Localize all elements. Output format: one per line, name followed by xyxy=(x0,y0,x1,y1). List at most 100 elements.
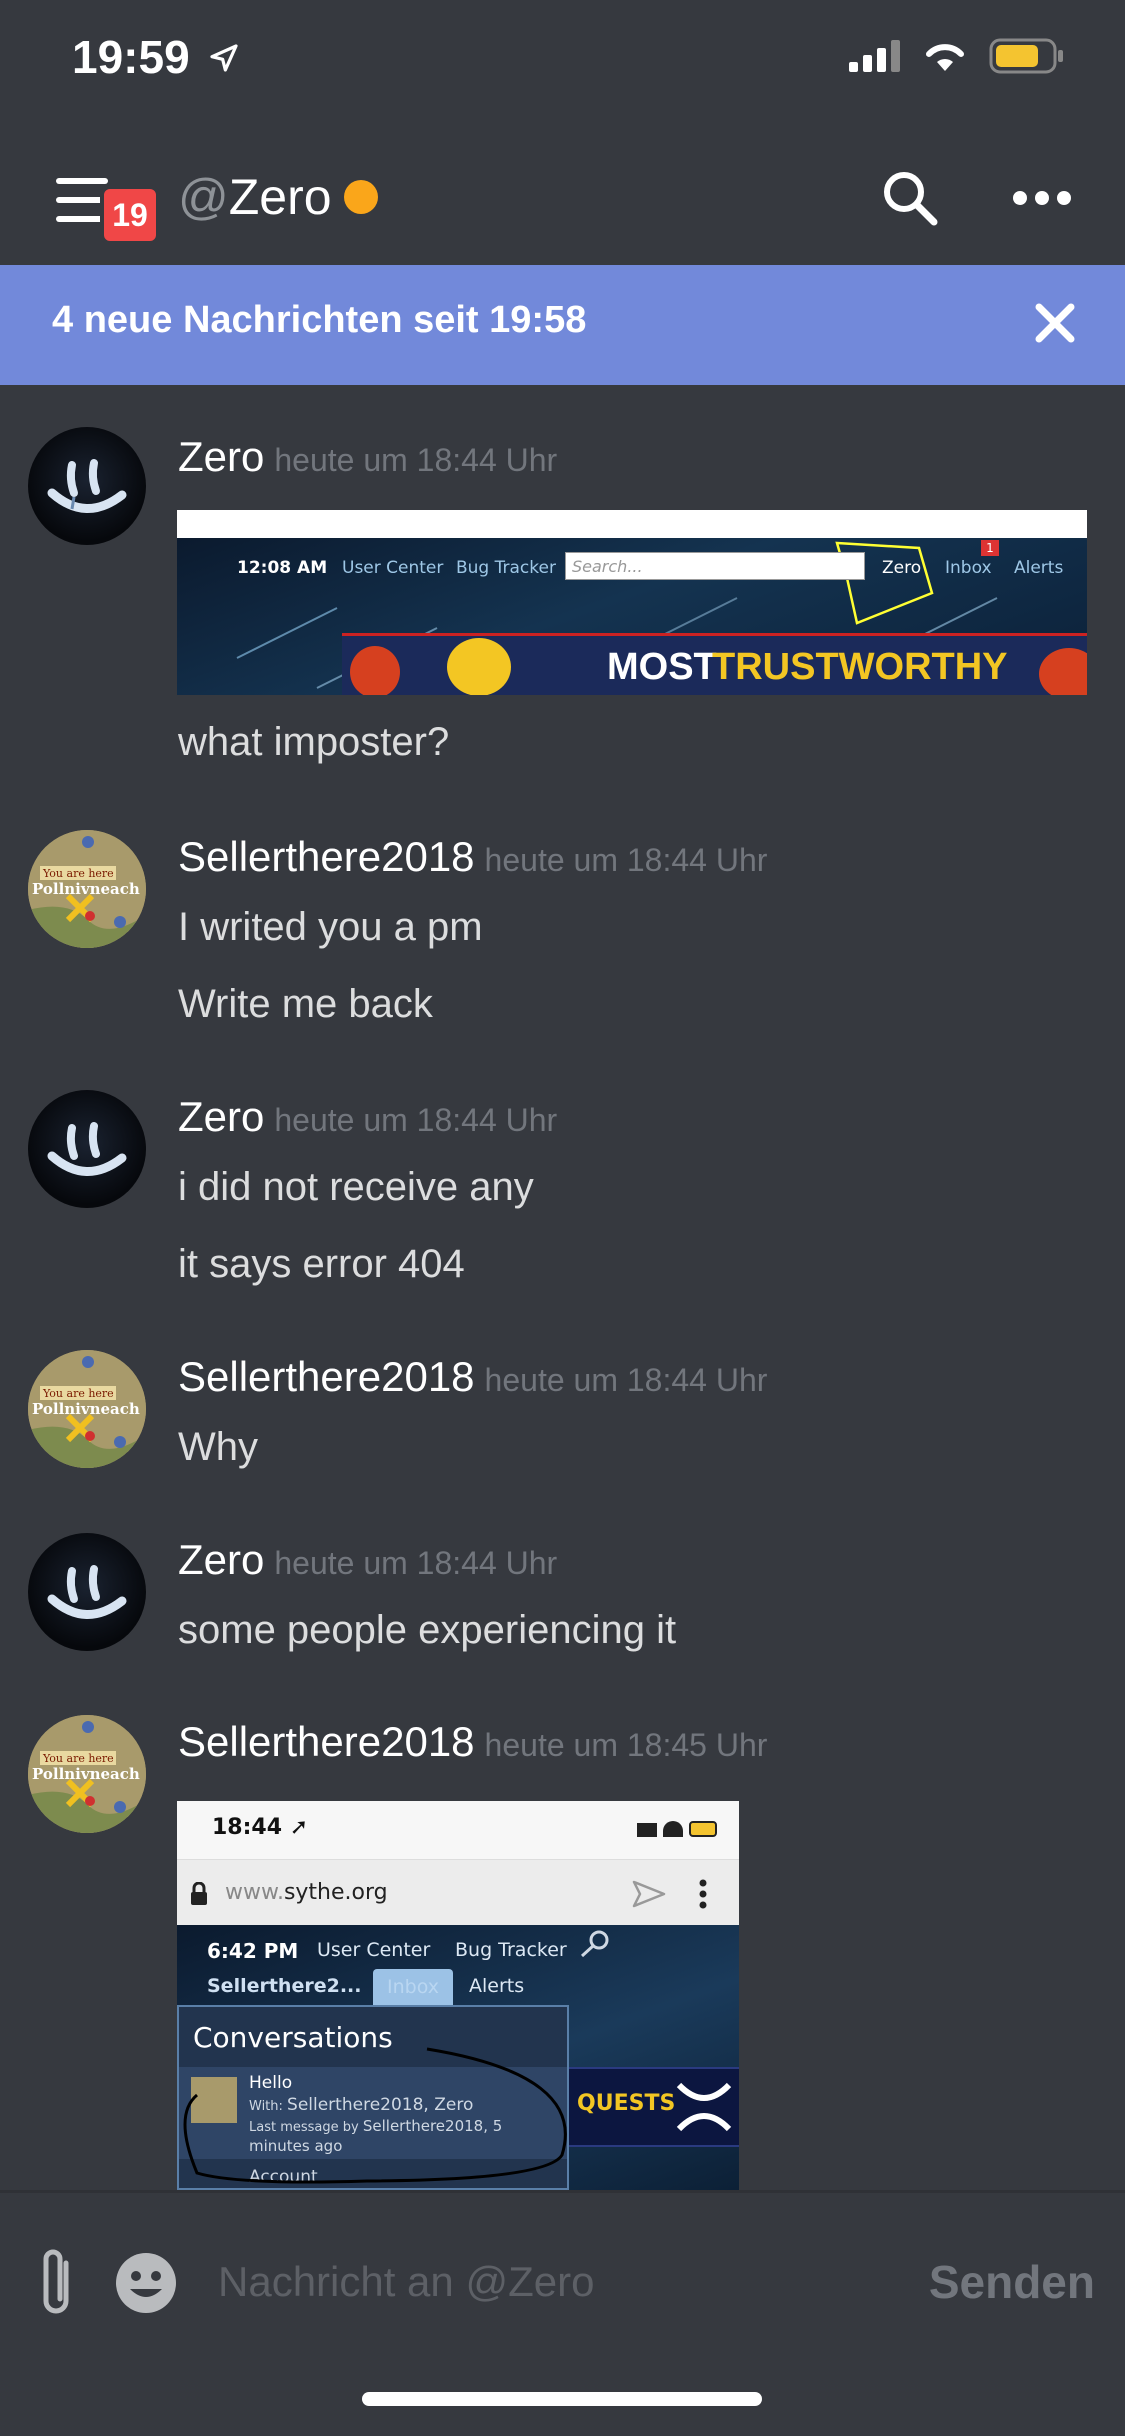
message-author[interactable]: Zero heute um 18:44 Uhr xyxy=(178,1093,557,1141)
avatar[interactable] xyxy=(28,1090,146,1208)
embed-banner-word2: TRUSTWORTHY xyxy=(712,646,1008,688)
message-author[interactable]: Sellerthere2018 heute um 18:44 Uhr xyxy=(178,1353,767,1401)
at-sign: @ xyxy=(178,169,229,225)
message-text[interactable]: Why xyxy=(178,1425,258,1470)
embed-link-bug-tracker: Bug Tracker xyxy=(456,558,556,578)
search-icon[interactable] xyxy=(880,168,940,228)
send-button[interactable]: Senden xyxy=(929,2255,1095,2309)
location-arrow-icon xyxy=(210,44,239,72)
message-input[interactable]: Nachricht an @Zero xyxy=(218,2258,594,2306)
embed-inbox-count: 1 xyxy=(981,540,999,556)
avatar-map-label: You are here xyxy=(42,867,114,880)
close-icon[interactable] xyxy=(1023,291,1087,355)
clock: 19:59 xyxy=(72,31,190,83)
embed-link-user-center: User Center xyxy=(317,1939,431,1961)
website-header-image: 12:08 AM User Center Bug Tracker Search.… xyxy=(177,538,1087,695)
embed-ad-logo xyxy=(676,2082,732,2132)
embed-url-domain: sythe.org xyxy=(283,1880,388,1905)
lock-icon xyxy=(191,1882,207,1905)
embed-link-bug-tracker: Bug Tracker xyxy=(455,1939,567,1961)
more-options-icon[interactable] xyxy=(1010,180,1074,216)
share-icon xyxy=(632,1880,666,1908)
author-name[interactable]: Zero xyxy=(178,1536,264,1583)
map-avatar-image: You are here Pollnivneach xyxy=(28,1350,146,1468)
embed-banner-word1: MOST xyxy=(607,646,717,688)
embed-inbox-tab: Inbox xyxy=(373,1969,453,2005)
idle-status-dot xyxy=(343,179,378,214)
embed-duck-mascot xyxy=(447,638,511,695)
message-timestamp: heute um 18:44 Uhr xyxy=(274,442,558,478)
emoji-icon[interactable] xyxy=(114,2251,178,2315)
embed-user: Sellerthere2... xyxy=(207,1975,362,1997)
embed-phone-time-value: 18:44 xyxy=(212,1815,283,1840)
message-text[interactable]: i did not receive any xyxy=(178,1165,534,1210)
map-avatar-image: You are here Pollnivneach xyxy=(28,1715,146,1833)
embed-url: www.sythe.org xyxy=(225,1880,388,1905)
message-list[interactable]: Zero heute um 18:44 Uhr 12:08 AM User Cen… xyxy=(0,385,1125,2190)
new-messages-banner[interactable]: 4 neue Nachrichten seit 19:58 xyxy=(0,265,1125,385)
channel-title[interactable]: @Zero xyxy=(178,168,378,226)
channel-header xyxy=(0,130,1125,265)
avatar-map-label: Pollnivneach xyxy=(32,880,140,898)
cellular-signal-icon xyxy=(849,40,900,72)
embed-search-box: Search... xyxy=(565,552,865,580)
embed-time: 12:08 AM xyxy=(237,558,328,578)
kebab-icon xyxy=(699,1879,707,1909)
avatar[interactable]: You are here Pollnivneach xyxy=(28,830,146,948)
embed-site-time: 6:42 PM xyxy=(207,1939,299,1963)
author-name[interactable]: Sellerthere2018 xyxy=(178,1353,475,1400)
author-name[interactable]: Zero xyxy=(178,433,264,480)
smiley-avatar-image xyxy=(47,1565,127,1619)
avatar[interactable]: You are here Pollnivneach xyxy=(28,1715,146,1833)
embed-flame-right xyxy=(1039,648,1087,695)
message-text[interactable]: what imposter? xyxy=(178,720,449,765)
wifi-icon xyxy=(926,44,964,71)
message-text[interactable]: I writed you a pm xyxy=(178,905,483,950)
author-name[interactable]: Sellerthere2018 xyxy=(178,833,475,880)
unread-badge: 19 xyxy=(100,185,160,245)
attached-screenshot[interactable]: 18:44 ➚ www.sythe.org 6:42 PM User Cente… xyxy=(177,1801,739,2190)
embed-url-prefix: www. xyxy=(225,1880,284,1905)
embed-banner-strip: MOST TRUSTWORTHY xyxy=(342,633,1087,695)
map-avatar-image: You are here Pollnivneach xyxy=(28,830,146,948)
attached-image[interactable]: 12:08 AM User Center Bug Tracker Search.… xyxy=(177,510,1087,695)
status-icons xyxy=(849,38,1065,74)
avatar-map-label: You are here xyxy=(42,1752,114,1765)
embed-phone-status-icons xyxy=(637,1819,717,1837)
avatar[interactable] xyxy=(28,427,146,545)
home-indicator[interactable] xyxy=(362,2392,762,2406)
author-name[interactable]: Zero xyxy=(178,1093,264,1140)
message-author[interactable]: Zero heute um 18:44 Uhr xyxy=(178,433,557,481)
avatar[interactable] xyxy=(28,1533,146,1651)
paperclip-icon[interactable] xyxy=(36,2243,80,2323)
smiley-avatar-image xyxy=(47,1122,127,1176)
message-timestamp: heute um 18:44 Uhr xyxy=(484,1362,768,1398)
message-text[interactable]: Write me back xyxy=(178,982,433,1027)
message-timestamp: heute um 18:44 Uhr xyxy=(484,842,768,878)
status-time: 19:59 xyxy=(72,30,240,84)
magnifier-icon xyxy=(580,1930,609,1958)
battery-icon xyxy=(989,38,1063,74)
author-name[interactable]: Sellerthere2018 xyxy=(178,1718,475,1765)
avatar-map-label: Pollnivneach xyxy=(32,1765,140,1783)
avatar[interactable]: You are here Pollnivneach xyxy=(28,1350,146,1468)
avatar-map-label: Pollnivneach xyxy=(32,1400,140,1418)
embed-alerts: Alerts xyxy=(1014,558,1064,578)
embed-site-area: 6:42 PM User Center Bug Tracker Sellerth… xyxy=(177,1925,739,2190)
embed-alerts: Alerts xyxy=(469,1975,525,1997)
smiley-avatar-image xyxy=(47,459,127,513)
embed-drawn-circle xyxy=(183,2047,567,2184)
new-messages-text: 4 neue Nachrichten seit 19:58 xyxy=(52,299,587,341)
embed-url-bar: www.sythe.org xyxy=(177,1859,739,1927)
channel-name: Zero xyxy=(228,169,332,225)
embed-phone-time: 18:44 ➚ xyxy=(212,1815,309,1840)
message-author[interactable]: Sellerthere2018 heute um 18:45 Uhr xyxy=(178,1718,767,1766)
embed-link-user-center: User Center xyxy=(342,558,444,578)
message-text[interactable]: some people experiencing it xyxy=(178,1608,676,1653)
avatar-map-label: You are here xyxy=(42,1387,114,1400)
message-author[interactable]: Zero heute um 18:44 Uhr xyxy=(178,1536,557,1584)
status-bar: 19:59 xyxy=(0,0,1125,130)
embed-user: Zero xyxy=(882,558,922,578)
message-author[interactable]: Sellerthere2018 heute um 18:44 Uhr xyxy=(178,833,767,881)
message-text[interactable]: it says error 404 xyxy=(178,1242,465,1287)
